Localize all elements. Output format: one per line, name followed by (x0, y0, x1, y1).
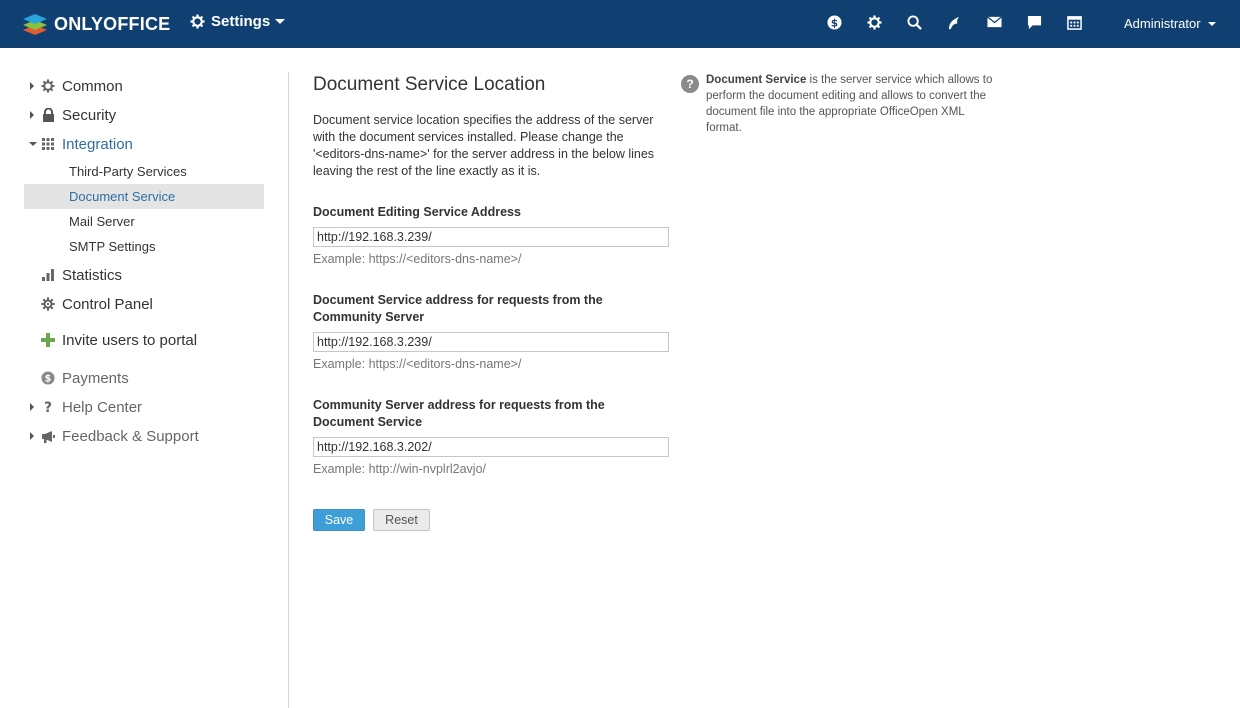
settings-icon[interactable] (866, 14, 882, 30)
docservice-address-for-community-input[interactable] (313, 332, 669, 352)
svg-text:$: $ (830, 17, 837, 29)
help-term: Document Service (706, 74, 807, 86)
user-name: Administrator (1124, 16, 1201, 31)
field-label: Community Server address for requests fr… (313, 398, 605, 429)
sidebar-item-label: Integration (62, 136, 133, 153)
sidebar-item-statistics[interactable]: Statistics (24, 261, 264, 290)
svg-text:?: ? (44, 400, 52, 414)
user-menu[interactable]: Administrator (1124, 16, 1216, 31)
field-label: Document Service address for requests fr… (313, 293, 603, 324)
sidebar-item-label: Common (62, 78, 123, 95)
onlyoffice-logo-icon (23, 14, 47, 35)
control-panel-icon (41, 297, 55, 311)
bar-chart-icon (41, 268, 55, 282)
sidebar-item-security[interactable]: Security (24, 101, 264, 130)
sidebar-item-label: Statistics (62, 267, 123, 284)
sidebar-divider (288, 72, 289, 708)
plus-icon (41, 333, 55, 347)
gear-icon (41, 79, 55, 93)
editing-service-address-input[interactable] (313, 227, 669, 247)
megaphone-icon (41, 429, 55, 443)
sidebar-item-common[interactable]: Common (24, 72, 264, 101)
sidebar-subitem-document-service[interactable]: Document Service (24, 184, 264, 209)
chat-icon[interactable] (1026, 14, 1042, 30)
logo[interactable]: ONLYOFFICE (22, 11, 170, 37)
page-title: Document Service Location (313, 74, 546, 95)
question-icon: ? (41, 400, 55, 414)
grid-icon (41, 137, 55, 151)
field-example: Example: https://<editors-dns-name>/ (313, 252, 522, 266)
top-navbar: ONLYOFFICE Settings $ Administrator (0, 0, 1240, 48)
expand-arrow-icon[interactable] (30, 111, 34, 119)
reset-button[interactable]: Reset (373, 509, 430, 531)
field-community-address-for-docservice: Community Server address for requests fr… (313, 397, 669, 476)
sidebar-item-label: Control Panel (62, 296, 153, 313)
chevron-down-icon (1207, 21, 1216, 26)
lock-icon (41, 108, 55, 122)
logo-text: ONLYOFFICE (54, 13, 171, 34)
feed-icon[interactable] (946, 14, 962, 30)
module-label: Settings (211, 13, 271, 30)
field-example: Example: https://<editors-dns-name>/ (313, 357, 522, 371)
community-address-for-docservice-input[interactable] (313, 437, 669, 457)
sidebar-subitem-mail-server[interactable]: Mail Server (24, 209, 264, 234)
help-text: Document Service is the server service w… (706, 72, 1001, 136)
sidebar-item-feedback-support[interactable]: Feedback & Support (24, 422, 264, 451)
sidebar-item-help-center[interactable]: ? Help Center (24, 393, 264, 422)
svg-text:$: $ (45, 374, 52, 385)
expand-arrow-icon[interactable] (30, 403, 34, 411)
sidebar-subitem-third-party-services[interactable]: Third-Party Services (24, 159, 264, 184)
collapse-arrow-icon[interactable] (29, 142, 37, 146)
field-example: Example: http://win-nvplrl2avjo/ (313, 462, 486, 476)
chevron-down-icon (275, 19, 286, 24)
help-question-icon: ? (681, 75, 699, 93)
sidebar: Common Security Integration Third-Party … (24, 72, 264, 451)
sidebar-item-label: Security (62, 107, 117, 124)
settings-module-menu[interactable]: Settings (190, 13, 286, 30)
main-content: Document Service Location Document servi… (313, 72, 669, 552)
payments-icon: $ (41, 371, 55, 385)
page-description: Document service location specifies the … (313, 113, 655, 178)
gear-icon (190, 14, 205, 29)
sidebar-item-integration[interactable]: Integration (24, 130, 264, 159)
sidebar-subitem-smtp-settings[interactable]: SMTP Settings (24, 234, 264, 259)
field-docservice-address-for-community: Document Service address for requests fr… (313, 292, 669, 371)
field-editing-service-address: Document Editing Service Address Example… (313, 204, 669, 266)
payments-icon[interactable]: $ (826, 14, 842, 30)
calendar-icon[interactable] (1066, 14, 1082, 30)
sidebar-item-control-panel[interactable]: Control Panel (24, 290, 264, 319)
sidebar-item-label: Help Center (62, 399, 143, 416)
search-icon[interactable] (906, 14, 922, 30)
sidebar-item-invite-users[interactable]: Invite users to portal (24, 326, 264, 355)
field-label: Document Editing Service Address (313, 205, 521, 219)
expand-arrow-icon[interactable] (30, 432, 34, 440)
sidebar-item-label: Payments (62, 370, 129, 387)
expand-arrow-icon[interactable] (30, 82, 34, 90)
save-button[interactable]: Save (313, 509, 365, 531)
sidebar-item-label: Invite users to portal (62, 332, 198, 349)
mail-icon[interactable] (986, 14, 1002, 30)
sidebar-item-label: Feedback & Support (62, 428, 199, 445)
sidebar-item-payments[interactable]: $ Payments (24, 364, 264, 393)
